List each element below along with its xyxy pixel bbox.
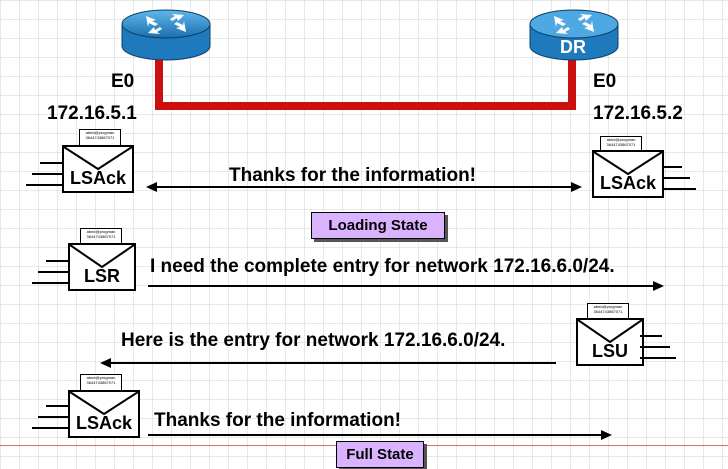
lsu-packet: LSU [576, 318, 644, 366]
left-interface-label: E0 [111, 71, 135, 92]
packet-label: LSU [592, 341, 628, 361]
motion-line [660, 188, 696, 190]
packet-label: LSAck [69, 168, 127, 188]
right-arrow-icon [148, 430, 612, 440]
packet-label: LSAck [75, 413, 133, 433]
double-arrow-icon [146, 182, 582, 192]
router-left-icon[interactable] [118, 6, 214, 64]
left-arrow-icon [100, 358, 556, 368]
motion-line [660, 177, 690, 179]
motion-line [46, 405, 68, 407]
lsack-packet-bottom: LSAck [68, 390, 140, 438]
motion-line [640, 357, 676, 359]
loading-state-badge: Loading State [311, 212, 445, 239]
network-link-horizontal [155, 102, 576, 110]
full-state-badge: Full State [336, 441, 424, 468]
motion-line [640, 346, 670, 348]
motion-line [32, 427, 68, 429]
lsack-packet-left: LSAck [62, 145, 134, 193]
lsack-packet-right: LSAck [592, 150, 664, 198]
lsr-packet: LSR [68, 243, 136, 291]
packet-label: LSAck [599, 173, 657, 193]
motion-line [26, 184, 62, 186]
left-ip-label: 172.16.5.1 [47, 103, 137, 124]
right-arrow-icon [148, 281, 664, 291]
motion-line [46, 260, 68, 262]
motion-line [32, 173, 62, 175]
motion-line [40, 162, 62, 164]
message-need-entry: I need the complete entry for network 17… [150, 256, 615, 277]
packet-label: LSR [84, 266, 120, 286]
right-interface-label: E0 [593, 71, 617, 92]
motion-line [38, 416, 68, 418]
motion-line [38, 271, 68, 273]
motion-line [32, 282, 68, 284]
message-here-entry: Here is the entry for network 172.16.6.0… [121, 330, 506, 351]
dr-role-label: DR [560, 37, 586, 57]
right-ip-label: 172.16.5.2 [593, 103, 683, 124]
motion-line [640, 335, 662, 337]
